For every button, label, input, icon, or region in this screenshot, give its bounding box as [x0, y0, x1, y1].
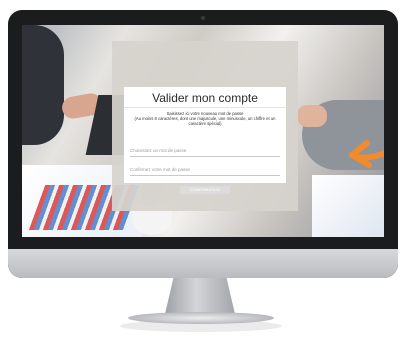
- monitor-chin: [8, 249, 398, 278]
- confirm-button[interactable]: CONFIRMATION: [180, 186, 230, 194]
- monitor-stand-neck: [165, 278, 235, 314]
- screen: Valider mon compte Saisissez ici votre n…: [22, 25, 384, 237]
- webcam-dot: [201, 16, 205, 20]
- confirm-password-field[interactable]: Confirmez votre mot de passe: [130, 165, 280, 176]
- validation-overlay: Valider mon compte Saisissez ici votre n…: [112, 41, 298, 211]
- orange-arrow-icon: [349, 140, 384, 168]
- password-field[interactable]: Choisissez un mot de passe: [130, 146, 280, 157]
- monitor-stand-base: [128, 312, 274, 324]
- instructions-line-2: (Au moins 8 caractères, dont une majuscu…: [134, 116, 276, 127]
- instructions: Saisissez ici votre nouveau mot de passe…: [126, 111, 284, 127]
- page-title: Valider mon compte: [152, 91, 258, 105]
- monitor: Valider mon compte Saisissez ici votre n…: [8, 10, 398, 278]
- title-divider: [124, 107, 286, 108]
- background-person-left: [22, 25, 64, 145]
- background-hand-right: [297, 105, 327, 127]
